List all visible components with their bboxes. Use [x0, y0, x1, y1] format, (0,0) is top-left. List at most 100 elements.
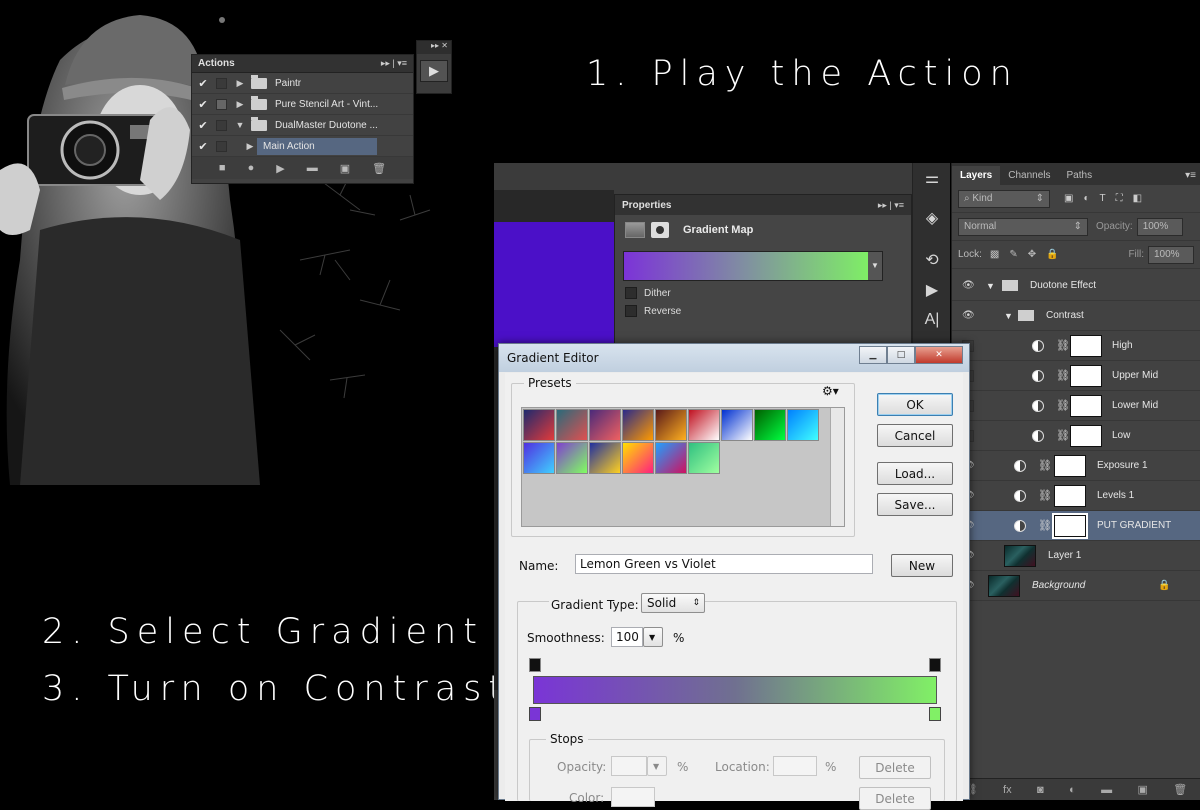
cancel-button[interactable]: Cancel [877, 424, 953, 447]
action-set-row[interactable]: ✔ ▼ DualMaster Duotone ... [192, 115, 413, 136]
dither-checkbox[interactable]: Dither [625, 287, 911, 299]
close-icon[interactable]: ✕ [915, 346, 963, 364]
layer-mask-thumbnail[interactable] [1070, 364, 1102, 387]
layer-row[interactable]: ⛓ Low [952, 421, 1200, 451]
checkbox-box[interactable] [625, 287, 637, 299]
color-stop-left[interactable] [529, 707, 541, 721]
gradient-preset-swatch[interactable] [721, 409, 753, 441]
adjustment-layer-icon[interactable]: ◐ [1069, 784, 1076, 796]
reverse-checkbox[interactable]: Reverse [625, 305, 911, 317]
link-icon[interactable]: ⛓ [1056, 399, 1070, 412]
kind-filter-select[interactable]: ⌕ Kind ⇕ [958, 189, 1050, 208]
eye-icon[interactable]: 👁 [962, 310, 975, 321]
gradient-preset-swatch[interactable] [622, 442, 654, 474]
action-set-row[interactable]: ✔ ▶ Paintr [192, 73, 413, 94]
gradient-preset-swatch[interactable] [523, 442, 555, 474]
panel-menu-icon[interactable]: ▸▸ | ▾≡ [878, 200, 904, 211]
dialog-toggle[interactable] [216, 140, 227, 152]
new-button[interactable]: New [891, 554, 953, 577]
gradient-preset-swatch[interactable] [589, 409, 621, 441]
fill-input[interactable]: 100% [1148, 245, 1194, 264]
properties-icon[interactable]: ◈ [921, 207, 943, 229]
tab-layers[interactable]: Layers [952, 166, 1001, 185]
layer-row[interactable]: 👁 ⛓ Exposure 1 [952, 451, 1200, 481]
panel-menu-icon[interactable]: ▸▸ | ▾≡ [381, 58, 407, 69]
layer-thumbnail[interactable] [988, 574, 1020, 597]
link-icon[interactable]: ⛓ [1038, 519, 1052, 532]
layer-row[interactable]: 👁 ⛓ Levels 1 [952, 481, 1200, 511]
checkbox-box[interactable] [625, 305, 637, 317]
link-icon[interactable]: ⛓ [1056, 339, 1070, 352]
gradient-type-select[interactable]: Solid ⇕ [641, 593, 705, 613]
collapse-triangle-icon[interactable]: ▼ [233, 120, 247, 130]
filter-type-icons[interactable]: ▣◐T⛶◧ [1064, 193, 1152, 204]
expand-triangle-icon[interactable]: ▶ [233, 99, 247, 110]
smoothness-input[interactable]: 100 [611, 627, 643, 647]
opacity-stop-right[interactable] [929, 658, 941, 672]
layer-mask-thumbnail[interactable] [1070, 334, 1102, 357]
tab-paths[interactable]: Paths [1059, 166, 1101, 185]
toggle-check-icon[interactable]: ✔ [192, 98, 214, 111]
new-group-icon[interactable]: ▬ [1101, 784, 1112, 796]
expand-triangle-icon[interactable]: ▼ [1004, 311, 1013, 321]
expand-triangle-icon[interactable]: ▼ [986, 281, 995, 291]
dropdown-arrow-icon[interactable]: ▼ [868, 252, 882, 280]
fx-icon[interactable]: fx [1003, 784, 1012, 796]
expand-triangle-icon[interactable]: ▶ [243, 141, 257, 152]
add-mask-icon[interactable]: ◙ [1037, 784, 1044, 796]
color-stop-right[interactable] [929, 707, 941, 721]
ok-button[interactable]: OK [877, 393, 953, 416]
layer-mask-thumbnail[interactable] [1070, 394, 1102, 417]
new-set-icon[interactable]: ▬ [307, 162, 318, 174]
actions-tab[interactable]: Actions [198, 58, 235, 69]
blend-mode-select[interactable]: Normal ⇕ [958, 217, 1088, 236]
layer-mask-thumbnail[interactable] [1070, 424, 1102, 447]
record-icon[interactable]: ● [248, 162, 255, 174]
gradient-preset-swatch[interactable] [688, 442, 720, 474]
dialog-toggle[interactable] [216, 77, 227, 89]
delete-color-button[interactable]: Delete [859, 787, 931, 810]
stop-color-swatch[interactable] [611, 787, 655, 807]
play-button-icon[interactable]: ▶ [420, 60, 448, 82]
gradient-name-input[interactable]: Lemon Green vs Violet [575, 554, 873, 574]
gradient-preset-swatch[interactable] [688, 409, 720, 441]
presets-scrollbar[interactable] [830, 408, 844, 526]
action-set-row[interactable]: ✔ ▶ Pure Stencil Art - Vint... [192, 94, 413, 115]
delete-icon[interactable]: 🗑 [372, 162, 386, 175]
stop-opacity-input[interactable] [611, 756, 647, 776]
layer-mask-thumbnail[interactable] [1054, 454, 1086, 477]
layer-row[interactable]: 👁 Layer 1 [952, 541, 1200, 571]
eye-icon[interactable]: 👁 [962, 280, 975, 291]
save-button[interactable]: Save... [877, 493, 953, 516]
action-row-selected[interactable]: ✔ ▶ Main Action [192, 136, 413, 157]
adjustments-icon[interactable]: ⚌ [921, 167, 943, 189]
new-action-icon[interactable]: ▣ [340, 162, 350, 175]
layer-mask-thumbnail[interactable] [1054, 484, 1086, 507]
layer-row[interactable]: ⛓ Lower Mid [952, 391, 1200, 421]
load-button[interactable]: Load... [877, 462, 953, 485]
smoothness-dropdown-icon[interactable]: ▼ [643, 627, 663, 647]
gradient-preset-swatch[interactable] [556, 409, 588, 441]
properties-tab[interactable]: Properties [622, 200, 671, 211]
gradient-bar[interactable] [533, 676, 937, 704]
maximize-icon[interactable]: □ [887, 346, 915, 364]
layer-row-selected[interactable]: 👁 ⛓ PUT GRADIENT [952, 511, 1200, 541]
gear-icon[interactable]: ⚙▾ [822, 384, 839, 398]
layer-group-row[interactable]: 👁 ▼ Contrast [952, 301, 1200, 331]
layer-mask-icon[interactable] [651, 222, 669, 238]
toggle-check-icon[interactable]: ✔ [192, 77, 214, 90]
character-icon[interactable]: A| [921, 309, 943, 331]
gradient-picker[interactable]: ▼ [623, 251, 883, 281]
layer-row[interactable]: 👁 Background 🔒 [952, 571, 1200, 601]
gradient-preset-swatch[interactable] [754, 409, 786, 441]
layer-thumbnail[interactable] [1004, 544, 1036, 567]
dialog-toggle[interactable] [216, 119, 227, 131]
link-icon[interactable]: ⛓ [1056, 429, 1070, 442]
lock-icons[interactable]: ▩✎✥🔒 [990, 249, 1069, 260]
new-layer-icon[interactable]: ▣ [1137, 783, 1147, 796]
panel-menu-icon[interactable]: ▾≡ [1177, 166, 1200, 185]
gradient-preset-swatch[interactable] [589, 442, 621, 474]
toggle-check-icon[interactable]: ✔ [192, 140, 214, 153]
link-icon[interactable]: ⛓ [1056, 369, 1070, 382]
stop-location-input[interactable] [773, 756, 817, 776]
